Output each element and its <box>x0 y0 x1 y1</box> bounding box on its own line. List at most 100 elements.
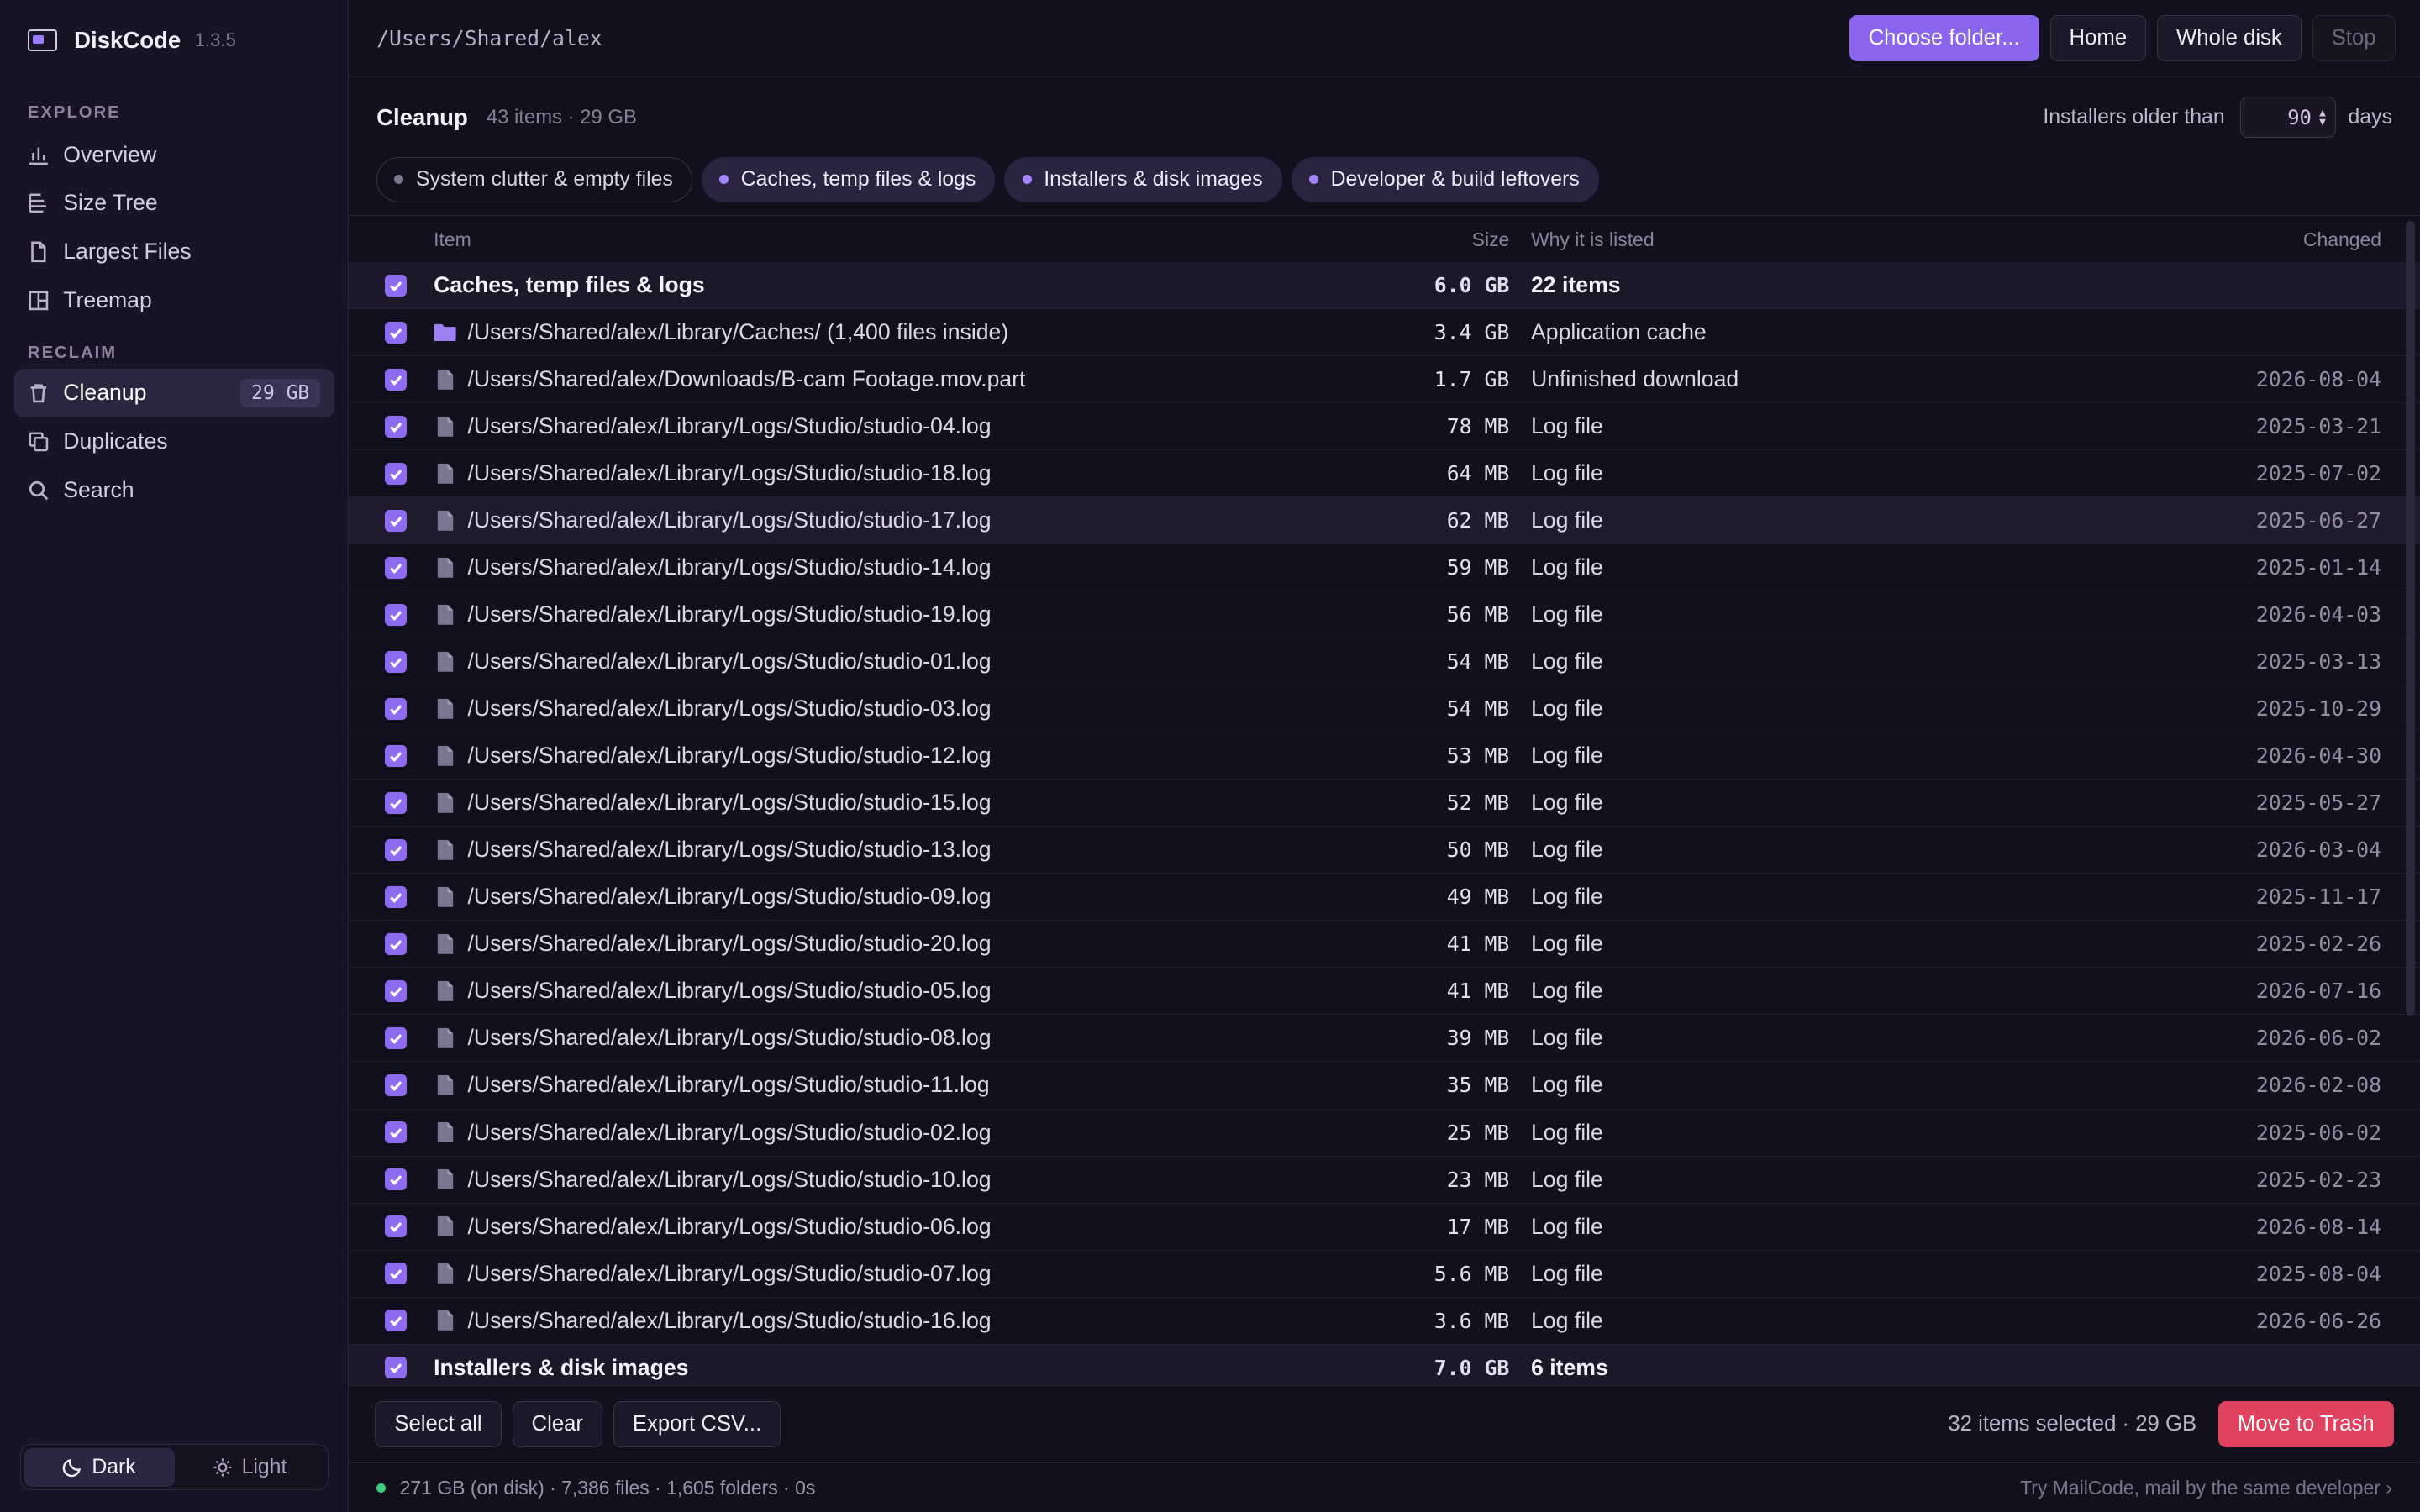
table-row[interactable]: /Users/Shared/alex/Library/Logs/Studio/s… <box>349 1015 2420 1063</box>
row-checkbox[interactable] <box>385 1357 407 1378</box>
row-checkbox[interactable] <box>385 1027 407 1049</box>
move-to-trash-button[interactable]: Move to Trash <box>2217 1401 2394 1448</box>
sidebar-item-cleanup[interactable]: Cleanup 29 GB <box>13 368 334 417</box>
theme-dark-button[interactable]: Dark <box>24 1447 175 1487</box>
table-row[interactable]: /Users/Shared/alex/Library/Logs/Studio/s… <box>349 591 2420 639</box>
table-row[interactable]: /Users/Shared/alex/Downloads/B-cam Foota… <box>349 356 2420 404</box>
group-row[interactable]: Caches, temp files & logs 6.0 GB 22 items <box>349 262 2420 310</box>
table-row[interactable]: /Users/Shared/alex/Library/Logs/Studio/s… <box>349 544 2420 592</box>
file-icon <box>434 1168 457 1191</box>
row-checkbox[interactable] <box>385 321 407 344</box>
table-row[interactable]: /Users/Shared/alex/Library/Logs/Studio/s… <box>349 497 2420 545</box>
row-checkbox[interactable] <box>385 886 407 908</box>
sidebar-item-label: Overview <box>63 141 157 167</box>
row-checkbox[interactable] <box>385 462 407 485</box>
chip-label: Caches, temp files & logs <box>740 167 976 191</box>
sidebar-item-size-tree[interactable]: Size Tree <box>14 179 334 228</box>
sidebar-item-treemap[interactable]: Treemap <box>14 276 334 325</box>
chip-installers[interactable]: Installers & disk images <box>1004 157 1282 202</box>
column-header-item[interactable]: Item <box>434 228 1363 251</box>
sidebar: DiskCode 1.3.5 EXPLORE Overview Size Tre… <box>0 0 350 1512</box>
reclaim-section-label: RECLAIM <box>28 343 118 362</box>
select-all-button[interactable]: Select all <box>375 1401 502 1448</box>
row-checkbox[interactable] <box>385 368 407 391</box>
row-checkbox[interactable] <box>385 745 407 767</box>
theme-light-button[interactable]: Light <box>175 1448 325 1487</box>
row-checkbox[interactable] <box>385 839 407 861</box>
table-row[interactable]: /Users/Shared/alex/Library/Logs/Studio/s… <box>349 1062 2420 1110</box>
row-checkbox[interactable] <box>385 509 407 532</box>
item-reason: Log file <box>1531 460 1603 486</box>
table-row[interactable]: /Users/Shared/alex/Library/Logs/Studio/s… <box>349 1204 2420 1251</box>
row-checkbox[interactable] <box>385 792 407 814</box>
file-icon <box>434 1215 457 1238</box>
chip-developer[interactable]: Developer & build leftovers <box>1291 157 1599 202</box>
item-changed: 2026-08-04 <box>2255 367 2382 392</box>
app-window: DiskCode 1.3.5 EXPLORE Overview Size Tre… <box>0 0 2420 1512</box>
item-path: /Users/Shared/alex/Library/Logs/Studio/s… <box>467 507 992 533</box>
item-reason: Log file <box>1531 837 1603 863</box>
row-checkbox[interactable] <box>385 933 407 955</box>
sidebar-item-overview[interactable]: Overview <box>14 130 334 179</box>
promo-link[interactable]: Try MailCode, mail by the same developer… <box>2020 1477 2392 1499</box>
item-path: /Users/Shared/alex/Library/Caches/ (1,40… <box>467 319 1009 345</box>
item-reason: Log file <box>1531 1307 1603 1333</box>
row-checkbox[interactable] <box>385 1310 407 1331</box>
row-checkbox[interactable] <box>385 698 407 720</box>
table-row[interactable]: /Users/Shared/alex/Library/Logs/Studio/s… <box>349 685 2420 733</box>
export-csv-button[interactable]: Export CSV... <box>613 1401 781 1448</box>
column-header-changed[interactable]: Changed <box>2018 228 2420 251</box>
row-checkbox[interactable] <box>385 556 407 579</box>
table-row[interactable]: /Users/Shared/alex/Library/Logs/Studio/s… <box>349 732 2420 780</box>
item-changed: 2025-10-29 <box>2255 696 2382 722</box>
table-row[interactable]: /Users/Shared/alex/Library/Logs/Studio/s… <box>349 1110 2420 1157</box>
row-checkbox[interactable] <box>385 274 407 297</box>
item-reason: Log file <box>1531 790 1603 816</box>
home-button[interactable]: Home <box>2049 14 2147 61</box>
item-size: 6.0 GB <box>1434 273 1510 298</box>
stop-button[interactable]: Stop <box>2312 14 2396 61</box>
table-row[interactable]: /Users/Shared/alex/Library/Caches/ (1,40… <box>349 309 2420 357</box>
table-row[interactable]: /Users/Shared/alex/Library/Logs/Studio/s… <box>349 638 2420 686</box>
row-checkbox[interactable] <box>385 1074 407 1096</box>
choose-folder-button[interactable]: Choose folder... <box>1849 14 2039 61</box>
row-checkbox[interactable] <box>385 651 407 673</box>
installers-days-stepper[interactable]: 90 ▲ ▼ <box>2239 96 2336 139</box>
sidebar-item-duplicates[interactable]: Duplicates <box>14 417 334 466</box>
table-row[interactable]: /Users/Shared/alex/Library/Logs/Studio/s… <box>349 921 2420 969</box>
sidebar-item-label: Largest Files <box>63 239 192 265</box>
duplicates-icon <box>28 431 50 453</box>
row-checkbox[interactable] <box>385 1168 407 1190</box>
item-changed: 2025-11-17 <box>2255 885 2382 910</box>
clear-button[interactable]: Clear <box>512 1401 602 1448</box>
row-checkbox[interactable] <box>385 1263 407 1284</box>
group-row[interactable]: Installers & disk images 7.0 GB 6 items <box>349 1344 2420 1386</box>
item-changed: 2026-07-16 <box>2255 979 2382 1004</box>
row-checkbox[interactable] <box>385 415 407 438</box>
item-path: /Users/Shared/alex/Library/Logs/Studio/s… <box>467 1307 992 1333</box>
table-row[interactable]: /Users/Shared/alex/Library/Logs/Studio/s… <box>349 450 2420 498</box>
chip-system-clutter[interactable]: System clutter & empty files <box>376 157 692 202</box>
item-size: 7.0 GB <box>1434 1355 1510 1380</box>
table-row[interactable]: /Users/Shared/alex/Library/Logs/Studio/s… <box>349 780 2420 827</box>
table-row[interactable]: /Users/Shared/alex/Library/Logs/Studio/s… <box>349 1251 2420 1298</box>
row-checkbox[interactable] <box>385 1215 407 1237</box>
table-row[interactable]: /Users/Shared/alex/Library/Logs/Studio/s… <box>349 827 2420 874</box>
table-row[interactable]: /Users/Shared/alex/Library/Logs/Studio/s… <box>349 1157 2420 1204</box>
table-row[interactable]: /Users/Shared/alex/Library/Logs/Studio/s… <box>349 968 2420 1016</box>
table-row[interactable]: /Users/Shared/alex/Library/Logs/Studio/s… <box>349 403 2420 451</box>
stepper-arrows-icon[interactable]: ▲ ▼ <box>2319 108 2326 128</box>
row-checkbox[interactable] <box>385 1121 407 1143</box>
item-changed: 2025-06-27 <box>2255 508 2382 533</box>
whole-disk-button[interactable]: Whole disk <box>2157 14 2302 61</box>
sidebar-item-largest-files[interactable]: Largest Files <box>14 228 334 276</box>
row-checkbox[interactable] <box>385 603 407 626</box>
chip-caches[interactable]: Caches, temp files & logs <box>701 157 996 202</box>
table-row[interactable]: /Users/Shared/alex/Library/Logs/Studio/s… <box>349 874 2420 921</box>
table-scrollbar[interactable] <box>2406 220 2416 1016</box>
sidebar-item-search[interactable]: Search <box>14 466 334 515</box>
table-row[interactable]: /Users/Shared/alex/Library/Logs/Studio/s… <box>349 1298 2420 1345</box>
column-header-why[interactable]: Why it is listed <box>1509 228 2018 251</box>
row-checkbox[interactable] <box>385 980 407 1002</box>
column-header-size[interactable]: Size <box>1363 228 1510 251</box>
